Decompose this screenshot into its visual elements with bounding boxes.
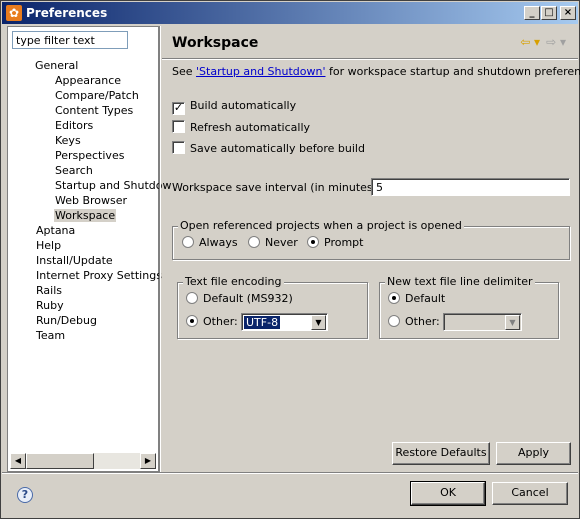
open-always-label: Always (199, 236, 238, 249)
encoding-other-label: Other: (203, 315, 238, 328)
save-before-build-checkbox[interactable]: Save automatically before build (172, 141, 365, 155)
tree-item-aptana[interactable]: Aptana (36, 224, 75, 237)
chevron-down-icon[interactable]: ▼ (311, 315, 326, 330)
tree-item-workspace[interactable]: Workspace (54, 209, 117, 222)
header-divider (162, 58, 578, 60)
encoding-default-radio[interactable]: Default (MS932) (186, 292, 293, 305)
checkbox-checked-icon[interactable]: ✓ (172, 102, 185, 115)
apply-button[interactable]: Apply (496, 442, 571, 465)
tree-item-content-types[interactable]: Content Types (55, 104, 133, 117)
preference-tree-pane: General Appearance Compare/Patch Content… (7, 26, 171, 472)
radio-selected-icon[interactable] (186, 315, 198, 327)
radio-icon[interactable] (388, 315, 400, 327)
radio-selected-icon[interactable] (307, 236, 319, 248)
text-encoding-legend: Text file encoding (183, 275, 284, 288)
line-delimiter-legend: New text file line delimiter (385, 275, 535, 288)
help-icon[interactable]: ? (17, 487, 33, 503)
tree-item-appearance[interactable]: Appearance (55, 74, 121, 87)
save-interval-input[interactable]: 5 (371, 178, 570, 196)
see-suffix: for workspace startup and shutdown prefe… (325, 65, 580, 78)
title-bar: ✿ Preferences _ □ × (2, 2, 578, 24)
radio-icon[interactable] (182, 236, 194, 248)
tree-item-perspectives[interactable]: Perspectives (55, 149, 124, 162)
restore-defaults-button[interactable]: Restore Defaults (392, 442, 490, 465)
save-interval-label: Workspace save interval (in minutes): (172, 181, 381, 194)
window-title: Preferences (26, 6, 108, 20)
open-prompt-radio[interactable]: Prompt (307, 236, 363, 249)
startup-shutdown-link[interactable]: 'Startup and Shutdown' (196, 65, 325, 78)
close-button[interactable]: × (560, 6, 576, 20)
back-arrow-icon[interactable]: ⇦ ▾ (520, 35, 540, 49)
page-title: Workspace (172, 35, 259, 51)
tree-item-run-debug[interactable]: Run/Debug (36, 314, 97, 327)
checkbox-icon[interactable] (172, 120, 185, 133)
save-before-build-label: Save automatically before build (190, 142, 365, 155)
tree-item-install-update[interactable]: Install/Update (36, 254, 113, 267)
open-prompt-label: Prompt (324, 236, 364, 249)
delimiter-other-radio[interactable]: Other: (388, 315, 440, 328)
open-projects-legend: Open referenced projects when a project … (178, 219, 464, 232)
workspace-page: Workspace ⇦ ▾ ⇨ ▾ See 'Startup and Shutdo… (162, 26, 580, 472)
preferences-window: ✿ Preferences _ □ × General Appearance C… (0, 0, 580, 519)
delimiter-default-radio[interactable]: Default (388, 292, 445, 305)
refresh-automatically-label: Refresh automatically (190, 121, 311, 134)
tree-item-rails[interactable]: Rails (36, 284, 62, 297)
radio-icon[interactable] (186, 292, 198, 304)
encoding-other-radio[interactable]: Other: (186, 315, 238, 328)
delimiter-other-label: Other: (405, 315, 440, 328)
scroll-thumb[interactable] (26, 453, 94, 469)
maximize-button[interactable]: □ (541, 6, 557, 20)
open-never-label: Never (265, 236, 298, 249)
filter-input[interactable] (12, 31, 128, 49)
pane-splitter[interactable] (159, 26, 161, 472)
see-prefix: See (172, 65, 197, 78)
tree-item-compare-patch[interactable]: Compare/Patch (55, 89, 139, 102)
tree-item-keys[interactable]: Keys (55, 134, 81, 147)
radio-selected-icon[interactable] (388, 292, 400, 304)
encoding-select-value: UTF-8 (244, 316, 281, 329)
tree-item-internet-proxy[interactable]: Internet Proxy Settings (36, 269, 162, 282)
tree-item-web-browser[interactable]: Web Browser (55, 194, 127, 207)
encoding-default-label: Default (MS932) (203, 292, 293, 305)
tree-item-search[interactable]: Search (55, 164, 93, 177)
startup-link-line: See 'Startup and Shutdown' for workspace… (172, 65, 580, 78)
footer-divider (2, 472, 578, 474)
delimiter-default-label: Default (405, 292, 446, 305)
tree-item-general[interactable]: General (35, 59, 78, 72)
preferences-gear-icon: ✿ (6, 5, 22, 21)
delimiter-select[interactable]: ▼ (443, 313, 522, 331)
checkbox-icon[interactable] (172, 141, 185, 154)
build-automatically-label: Build automatically (190, 99, 297, 112)
build-automatically-checkbox[interactable]: ✓ Build automatically (172, 99, 296, 115)
refresh-automatically-checkbox[interactable]: Refresh automatically (172, 120, 310, 134)
tree-item-startup-shutdown[interactable]: Startup and Shutdow (55, 179, 171, 192)
encoding-select[interactable]: UTF-8 ▼ (241, 313, 328, 331)
forward-arrow-icon[interactable]: ⇨ ▾ (546, 35, 566, 49)
radio-icon[interactable] (248, 236, 260, 248)
history-nav: ⇦ ▾ ⇨ ▾ (520, 35, 566, 49)
tree-item-team[interactable]: Team (36, 329, 65, 342)
open-never-radio[interactable]: Never (248, 236, 298, 249)
ok-button[interactable]: OK (410, 481, 486, 506)
horizontal-scrollbar[interactable]: ◀ ▶ (10, 453, 156, 469)
cancel-button[interactable]: Cancel (492, 482, 568, 505)
tree-item-ruby[interactable]: Ruby (36, 299, 64, 312)
minimize-button[interactable]: _ (524, 6, 540, 20)
scroll-left-icon[interactable]: ◀ (10, 453, 26, 469)
chevron-down-icon[interactable]: ▼ (505, 315, 520, 330)
tree-item-editors[interactable]: Editors (55, 119, 93, 132)
tree-item-help[interactable]: Help (36, 239, 61, 252)
scroll-right-icon[interactable]: ▶ (140, 453, 156, 469)
open-always-radio[interactable]: Always (182, 236, 238, 249)
